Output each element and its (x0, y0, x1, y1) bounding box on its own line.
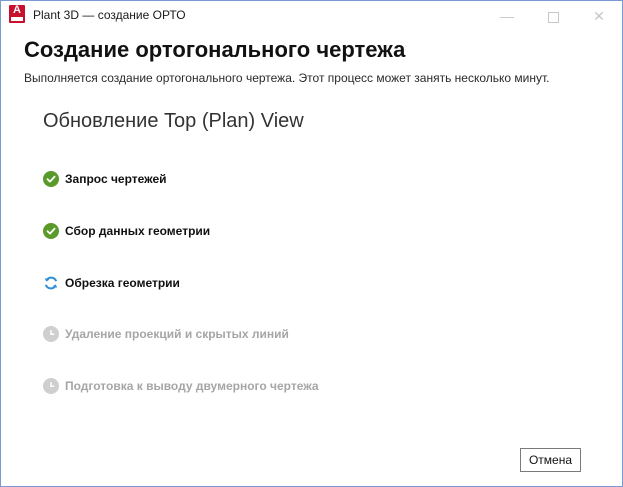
check-circle-icon (43, 171, 59, 187)
title-bar[interactable]: A Plant 3D — создание ОРТО — ✕ (1, 1, 622, 31)
step-label: Подготовка к выводу двумерного чертежа (65, 379, 319, 393)
step-label: Удаление проекций и скрытых линий (65, 327, 289, 341)
close-button[interactable]: ✕ (576, 1, 622, 31)
step-label: Запрос чертежей (65, 172, 167, 186)
dialog-window: A Plant 3D — создание ОРТО — ✕ Создание … (0, 0, 623, 487)
clock-icon (43, 378, 59, 394)
step-item: Обрезка геометрии (43, 274, 180, 292)
window-title: Plant 3D — создание ОРТО (33, 8, 186, 22)
current-stage: Обновление Top (Plan) View (43, 110, 304, 132)
step-label: Сбор данных геометрии (65, 224, 211, 238)
autocad-app-icon: A (9, 4, 25, 23)
step-item: Удаление проекций и скрытых линий (43, 325, 289, 343)
maximize-button[interactable] (530, 1, 576, 31)
check-circle-icon (43, 223, 59, 239)
cancel-button[interactable]: Отмена (520, 448, 581, 472)
clock-icon (43, 326, 59, 342)
minimize-button[interactable]: — (484, 1, 530, 31)
page-title: Создание ортогонального чертежа (24, 37, 406, 62)
step-label: Обрезка геометрии (65, 276, 180, 290)
step-item: Сбор данных геометрии (43, 222, 210, 240)
page-subtitle: Выполняется создание ортогонального черт… (24, 71, 550, 85)
step-item: Подготовка к выводу двумерного чертежа (43, 377, 319, 395)
app-icon-letter: A (13, 4, 21, 16)
step-item: Запрос чертежей (43, 170, 167, 188)
refresh-icon (43, 275, 59, 291)
